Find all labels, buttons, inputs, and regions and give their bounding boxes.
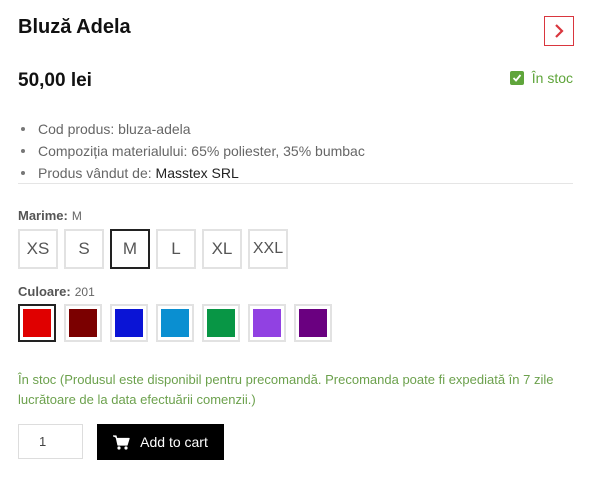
size-option-xs[interactable]: XS [18,229,58,269]
spec-seller: Produs vândut de: Masstex SRL [18,162,573,184]
stock-status-label: În stoc [531,70,573,86]
color-swatch-6[interactable] [248,304,286,342]
size-option-m[interactable]: M [110,229,150,269]
color-swatch-fill [207,309,235,337]
size-option-l[interactable]: L [156,229,196,269]
size-option-xxl[interactable]: XXL [248,229,288,269]
stock-status: În stoc [509,70,573,86]
color-swatch-5[interactable] [202,304,240,342]
color-swatch-fill [23,309,51,337]
product-price: 50,00 lei [18,70,92,91]
size-option-xl[interactable]: XL [202,229,242,269]
color-swatch-3[interactable] [110,304,148,342]
spec-product-code-text: Cod produs: bluza-adela [38,121,191,137]
color-swatch-fill [115,309,143,337]
seller-name: Masstex SRL [155,165,239,181]
color-label-text: Culoare: [18,284,71,299]
color-selected-value: 201 [74,285,95,299]
color-swatch-7[interactable] [294,304,332,342]
color-swatch-fill [69,309,97,337]
quantity-input[interactable] [18,424,83,459]
color-option-label: Culoare: 201 [18,284,95,299]
color-swatch-fill [253,309,281,337]
spec-seller-label: Produs vândut de: [38,165,152,181]
product-specs-list: Cod produs: bluza-adela Compoziția mater… [18,118,573,184]
checkbox-checked-icon [509,71,524,85]
size-selected-value: M [71,209,82,223]
size-label-text: Marime: [18,208,68,223]
color-swatch-fill [299,309,327,337]
size-option-label: Marime: M [18,208,82,223]
spec-material-text: Compoziția materialului: 65% poliester, … [38,143,365,159]
color-swatch-fill [161,309,189,337]
add-to-cart-label: Add to cart [140,434,208,450]
spec-material: Compoziția materialului: 65% poliester, … [18,140,573,162]
divider [18,183,573,184]
chevron-right-icon [555,24,564,38]
shopping-cart-icon [113,434,130,450]
spec-product-code: Cod produs: bluza-adela [18,118,573,140]
add-to-cart-button[interactable]: Add to cart [97,424,224,460]
color-swatch-2[interactable] [64,304,102,342]
color-selector [18,304,332,342]
size-option-s[interactable]: S [64,229,104,269]
color-swatch-1[interactable] [18,304,56,342]
product-title: Bluză Adela [18,16,131,38]
color-swatch-4[interactable] [156,304,194,342]
size-selector: XS S M L XL XXL [18,229,288,269]
availability-note: În stoc (Produsul este disponibil pentru… [18,372,554,407]
next-product-button[interactable] [544,16,574,46]
